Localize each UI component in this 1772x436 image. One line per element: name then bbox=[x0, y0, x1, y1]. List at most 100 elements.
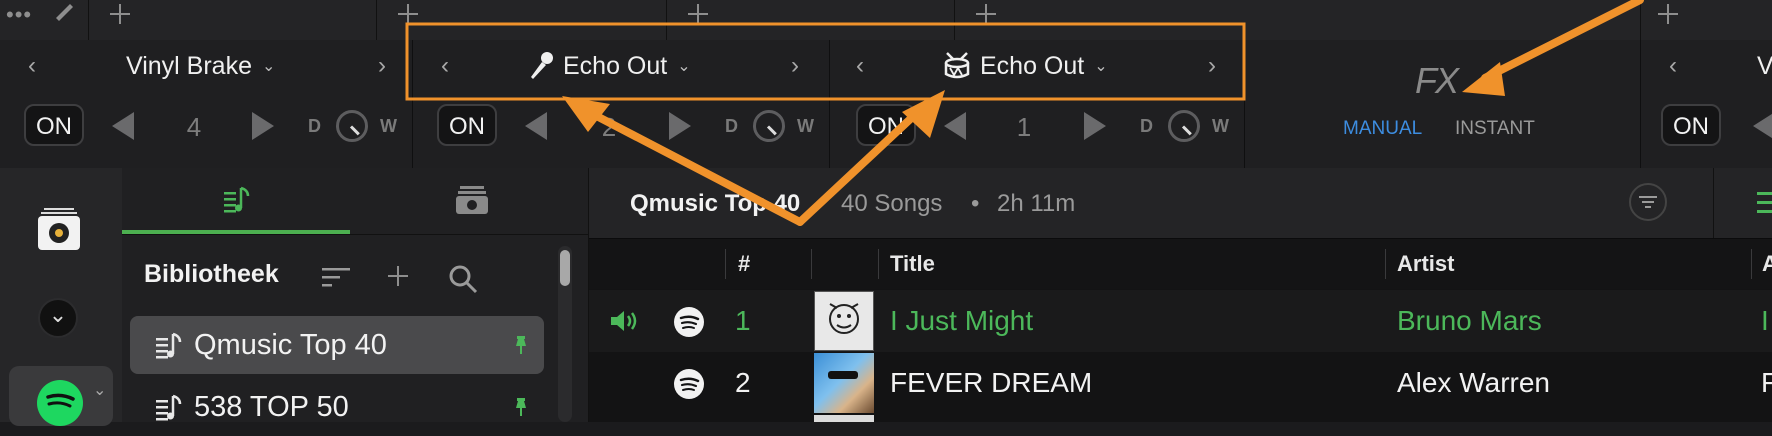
column-num[interactable]: # bbox=[738, 251, 750, 277]
library-panel: Bibliotheek Qmusic Top 40 538 TOP 50 bbox=[122, 168, 589, 423]
chevron-down-icon: ⌄ bbox=[1094, 58, 1108, 75]
library-divider bbox=[122, 234, 588, 235]
mode-instant-button[interactable]: INSTANT bbox=[1455, 118, 1535, 140]
column-artist[interactable]: Artist bbox=[1397, 251, 1454, 277]
library-item-label: 538 TOP 50 bbox=[194, 390, 349, 423]
microphone-icon bbox=[531, 52, 553, 79]
fx-unit: ‹ Echo Out ⌄ › ON 2 D W bbox=[413, 40, 830, 168]
increase-button[interactable] bbox=[1084, 112, 1106, 140]
track-number: 1 bbox=[735, 305, 751, 336]
pin-icon[interactable] bbox=[514, 336, 528, 354]
mode-manual-button[interactable]: MANUAL bbox=[1343, 118, 1422, 140]
wet-label: W bbox=[380, 116, 397, 136]
effect-selector[interactable]: Echo Out ⌄ bbox=[942, 46, 1108, 86]
column-title[interactable]: Title bbox=[890, 251, 935, 277]
song-count: 40 Songs bbox=[841, 190, 943, 217]
library-item[interactable]: Qmusic Top 40 bbox=[130, 316, 544, 374]
decrease-button[interactable] bbox=[944, 112, 966, 140]
effect-name: Echo Out bbox=[980, 51, 1085, 80]
album-art bbox=[814, 353, 874, 413]
drum-icon bbox=[944, 52, 970, 79]
crate-tab-icon[interactable] bbox=[456, 186, 488, 214]
prev-effect-button[interactable]: ‹ bbox=[1661, 54, 1685, 78]
separator-dot: • bbox=[971, 190, 980, 217]
fx-unit: ‹ Echo Out ⌄ › ON 1 D W bbox=[830, 40, 1245, 168]
decrease-button[interactable] bbox=[1753, 112, 1772, 140]
search-icon[interactable] bbox=[448, 264, 478, 294]
dry-wet-knob[interactable] bbox=[336, 110, 368, 142]
add-slot-icon[interactable] bbox=[686, 2, 710, 26]
fx-row: ‹ Vinyl Brake ⌄ › ON 4 D W ‹ Echo Out ⌄ … bbox=[0, 40, 1772, 169]
table-row[interactable]: 1 I Just Might Bruno Mars I bbox=[589, 290, 1772, 352]
fx-unit: ‹ V ON bbox=[1640, 40, 1772, 168]
wet-label: W bbox=[797, 116, 814, 136]
spotify-icon bbox=[37, 380, 83, 426]
dry-label: D bbox=[725, 116, 738, 136]
effect-selector[interactable]: Vinyl Brake ⌄ bbox=[126, 46, 275, 86]
track-artist: Alex Warren bbox=[1397, 367, 1551, 398]
library-title: Bibliotheek bbox=[144, 260, 279, 288]
decrease-button[interactable] bbox=[525, 112, 547, 140]
fx-on-button[interactable]: ON bbox=[24, 104, 84, 146]
add-slot-icon[interactable] bbox=[396, 2, 420, 26]
source-sidebar: ⌄ ⌄ bbox=[0, 168, 123, 426]
prev-effect-button[interactable]: ‹ bbox=[20, 54, 44, 78]
effect-name[interactable]: V bbox=[1757, 52, 1772, 81]
fx-mode-panel: FX MANUAL INSTANT bbox=[1245, 40, 1639, 168]
pin-icon[interactable] bbox=[514, 398, 528, 416]
wet-label: W bbox=[1212, 116, 1229, 136]
effect-selector[interactable]: Echo Out ⌄ bbox=[527, 46, 691, 86]
spotify-source-button[interactable]: ⌄ bbox=[9, 366, 113, 426]
track-list-panel: Qmusic Top 40 40 Songs • 2h 11m # Title … bbox=[589, 168, 1772, 422]
chevron-down-icon[interactable]: ⌄ bbox=[38, 298, 78, 338]
effect-name: Vinyl Brake bbox=[126, 51, 252, 80]
add-slot-icon[interactable] bbox=[108, 2, 132, 26]
deck-strip: ••• bbox=[0, 0, 1772, 41]
filter-button[interactable] bbox=[1629, 183, 1667, 221]
dry-label: D bbox=[308, 116, 321, 136]
sort-icon[interactable] bbox=[322, 266, 350, 288]
table-row[interactable]: 2 FEVER DREAM Alex Warren F bbox=[589, 352, 1772, 414]
playlist-icon bbox=[156, 332, 182, 359]
effect-name: Echo Out bbox=[563, 51, 668, 80]
pencil-icon[interactable] bbox=[52, 0, 76, 22]
fx-on-button[interactable]: ON bbox=[1661, 104, 1721, 146]
chevron-down-icon: ⌄ bbox=[93, 382, 107, 399]
library-item-label: Qmusic Top 40 bbox=[194, 328, 387, 361]
fx-value: 1 bbox=[1016, 112, 1032, 142]
next-effect-button[interactable]: › bbox=[370, 54, 394, 78]
dry-label: D bbox=[1140, 116, 1153, 136]
music-library-icon[interactable] bbox=[38, 208, 80, 250]
scrollbar[interactable] bbox=[558, 246, 572, 422]
panel-divider bbox=[1713, 168, 1714, 238]
track-title: FEVER DREAM bbox=[890, 367, 1093, 398]
prev-effect-button[interactable]: ‹ bbox=[433, 54, 457, 78]
dry-wet-knob[interactable] bbox=[753, 110, 785, 142]
increase-button[interactable] bbox=[669, 112, 691, 140]
fx-on-button[interactable]: ON bbox=[856, 104, 916, 146]
playlist-icon bbox=[156, 394, 182, 421]
playlist-title: Qmusic Top 40 bbox=[630, 190, 801, 217]
track-artist: Bruno Mars bbox=[1397, 305, 1542, 336]
chevron-down-icon: ⌄ bbox=[262, 58, 276, 75]
next-effect-button[interactable]: › bbox=[1200, 54, 1224, 78]
increase-button[interactable] bbox=[252, 112, 274, 140]
library-item[interactable]: 538 TOP 50 bbox=[130, 378, 544, 436]
album-art bbox=[814, 415, 874, 422]
next-effect-button[interactable]: › bbox=[783, 54, 807, 78]
fx-on-button[interactable]: ON bbox=[437, 104, 497, 146]
add-slot-icon[interactable] bbox=[974, 2, 998, 26]
more-icon[interactable]: ••• bbox=[6, 2, 32, 28]
add-playlist-icon[interactable] bbox=[386, 264, 416, 294]
dry-wet-knob[interactable] bbox=[1168, 110, 1200, 142]
prev-effect-button[interactable]: ‹ bbox=[848, 54, 872, 78]
column-extra[interactable]: A bbox=[1762, 251, 1772, 277]
playlist-header: Qmusic Top 40 40 Songs • 2h 11m bbox=[589, 168, 1772, 239]
spotify-icon bbox=[674, 307, 704, 337]
fx-value: 4 bbox=[186, 112, 202, 142]
list-view-icon[interactable] bbox=[1757, 190, 1772, 216]
playlist-tab-icon[interactable] bbox=[222, 184, 252, 214]
decrease-button[interactable] bbox=[112, 112, 134, 140]
add-slot-icon[interactable] bbox=[1656, 2, 1680, 26]
chevron-down-icon: ⌄ bbox=[677, 58, 691, 75]
